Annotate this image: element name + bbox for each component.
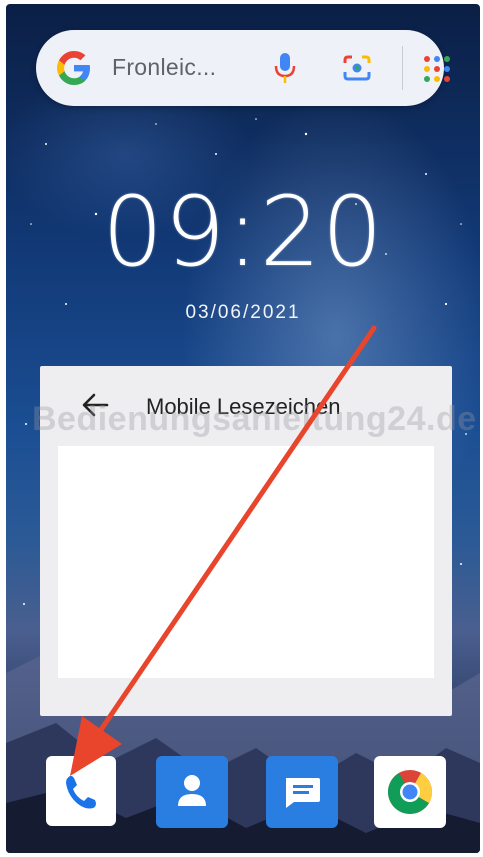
chrome-icon xyxy=(388,770,432,814)
phone-icon xyxy=(66,776,96,809)
google-g-icon xyxy=(57,51,90,85)
watermark: Bedienungsanleitung24.de xyxy=(32,400,477,438)
clock-date[interactable]: 03/06/2021 xyxy=(6,302,480,324)
apps-grid-icon[interactable] xyxy=(422,54,452,84)
contacts-icon xyxy=(178,775,206,806)
search-query-text[interactable]: Fronleic... xyxy=(112,54,216,81)
microphone-icon[interactable] xyxy=(274,52,296,84)
contacts-app-button[interactable] xyxy=(156,756,228,828)
google-lens-icon[interactable] xyxy=(342,54,372,82)
messages-icon xyxy=(286,778,320,808)
search-divider xyxy=(402,46,403,90)
chrome-app-button[interactable] xyxy=(374,756,446,828)
google-search-bar[interactable]: Fronleic... xyxy=(36,30,450,106)
messages-app-button[interactable] xyxy=(266,756,338,828)
clock-time[interactable]: 09:20 xyxy=(6,184,480,280)
home-screen: Fronleic... 09:20 03/06/2021 Mobile Lese… xyxy=(6,4,480,853)
bookmarks-list[interactable] xyxy=(58,446,434,678)
phone-app-button[interactable] xyxy=(46,756,116,826)
